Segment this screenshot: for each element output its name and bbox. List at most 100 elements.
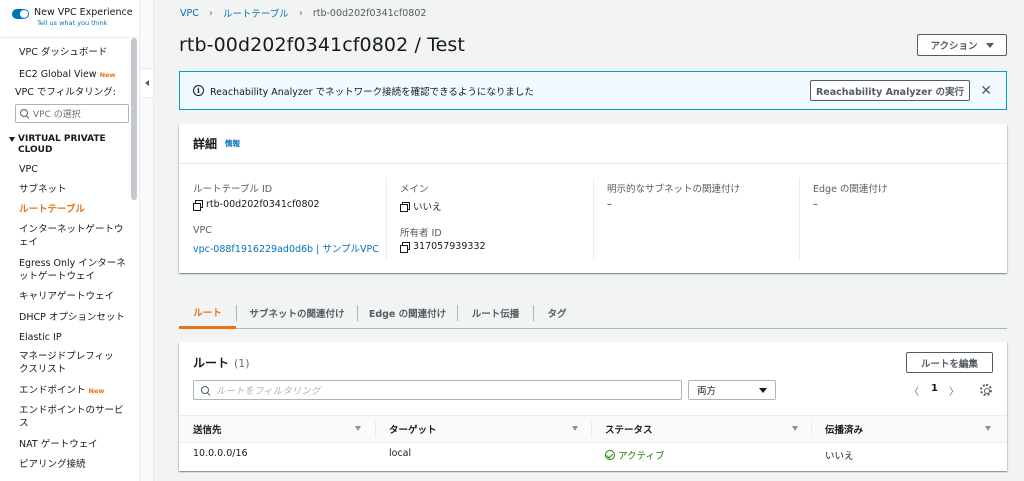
new-vpc-experience-toggle[interactable] [12,9,29,19]
sort-icon[interactable] [355,426,361,431]
caret-down-icon [985,42,994,48]
sidebar-item-nat-gateways[interactable]: NAT ゲートウェイ [19,438,131,451]
sidebar-item-egress-only-igw[interactable]: Egress Only インターネットゲートウェイ [19,257,131,283]
details-title: 詳細 [193,137,218,151]
vpc-filter-select[interactable]: VPC の選択 [15,104,129,123]
main-content: VPC › ルートテーブル › rtb-00d202f0341cf0802 rt… [154,0,1024,481]
sidebar-item-internet-gateways[interactable]: インターネットゲートウェイ [19,223,127,249]
table-header [179,415,1007,443]
sort-icon[interactable] [792,426,798,431]
column-divider[interactable] [811,421,812,437]
actions-button[interactable]: アクション [917,34,1007,56]
breadcrumb-vpc[interactable]: VPC [180,8,199,19]
tab-edge-associations[interactable]: Edge の関連付け [358,297,457,328]
explicit-subnet-value: – [607,199,612,210]
collapse-sidebar-button[interactable] [140,68,154,98]
sidebar-item-managed-prefix-lists[interactable]: マネージドプレフィックスリスト [19,350,123,376]
sidebar-item-label: NAT ゲートウェイ [19,439,98,450]
vpc-filter-placeholder: VPC の選択 [33,110,81,120]
details-divider [386,178,387,260]
sidebar-item-label: マネージドプレフィックスリスト [19,351,114,375]
sidebar-item-endpoint-services[interactable]: エンドポイントのサービス [19,404,127,430]
tab-tags[interactable]: タグ [534,297,580,328]
sidebar-item-elastic-ip[interactable]: Elastic IP [19,331,131,344]
new-experience-toggle-row: New VPC Experience Tell us what you thin… [0,0,139,38]
column-destination[interactable]: 送信先 [193,415,222,443]
route-propagated: いいえ [825,451,854,462]
sidebar-item-label: ピアリング接続 [19,459,86,470]
sidebar-scrollbar[interactable] [131,38,137,200]
column-status[interactable]: ステータス [605,415,653,443]
sidebar-item-label: VPC ダッシュボード [19,47,108,58]
details-info-link[interactable]: 情報 [225,138,240,149]
vpc-link[interactable]: vpc-088f1916229ad0d6b | サンプルVPC [193,241,379,255]
breadcrumb-route-tables[interactable]: ルートテーブル [223,6,289,20]
sidebar-item-peering-connections[interactable]: ピアリング接続 [19,458,131,471]
route-type-select[interactable]: 両方 [688,380,776,400]
column-divider[interactable] [591,421,592,437]
tab-route-propagation[interactable]: ルート伝播 [458,297,533,328]
new-experience-text: New VPC Experience Tell us what you thin… [34,7,133,28]
sidebar-item-dhcp-options[interactable]: DHCP オプションセット [19,311,131,324]
column-divider[interactable] [375,421,376,437]
sidebar-item-label: Egress Only インターネットゲートウェイ [19,258,126,282]
tab-bar: ルート サブネットの関連付け Edge の関連付け ルート伝播 タグ [179,297,1007,329]
route-target: local [389,448,412,459]
sidebar: New VPC Experience Tell us what you thin… [0,0,140,481]
breadcrumb: VPC › ルートテーブル › rtb-00d202f0341cf0802 [180,6,426,21]
copy-icon[interactable] [193,200,203,211]
sidebar-item-label: DHCP オプションセット [19,312,125,323]
next-page-button[interactable]: 〉 [949,383,959,398]
sidebar-item-ec2-global-view[interactable]: EC2 Global View New [19,68,131,82]
edge-association-label: Edge の関連付け [813,184,888,195]
main-label: メイン [400,184,429,195]
sidebar-item-label: Elastic IP [19,332,62,343]
route-destination: 10.0.0.0/16 [193,448,248,459]
run-analyzer-label: Reachability Analyzer の実行 [815,86,965,98]
close-icon[interactable]: ✕ [980,84,992,98]
tab-subnet-associations[interactable]: サブネットの関連付け [237,297,357,328]
sort-icon[interactable] [572,426,578,431]
sidebar-item-endpoints[interactable]: エンドポイント New [19,384,131,398]
tab-routes[interactable]: ルート [179,297,236,329]
copy-icon[interactable] [400,201,410,212]
feedback-link[interactable]: Tell us what you think [37,19,133,28]
chevron-right-icon: › [208,7,213,19]
sidebar-item-carrier-gateways[interactable]: キャリアゲートウェイ [19,290,131,303]
sort-icon[interactable] [985,426,991,431]
edit-routes-label: ルートを編集 [920,358,978,370]
main-value: いいえ [400,199,442,213]
routes-header: ルート (1) [193,354,250,371]
search-icon [20,109,29,118]
sidebar-item-subnets[interactable]: サブネット [19,183,131,196]
section-title: VIRTUAL PRIVATE CLOUD [18,134,106,155]
route-table-id-label: ルートテーブル ID [193,184,273,195]
new-badge: New [88,387,105,395]
copy-icon[interactable] [400,242,410,253]
page-number[interactable]: 1 [931,383,938,394]
sidebar-item-vpc[interactable]: VPC [19,163,131,176]
info-banner: i Reachability Analyzer でネットワーク接続を確認できるよ… [179,71,1007,110]
section-virtual-private-cloud[interactable]: VIRTUAL PRIVATE CLOUD [9,134,129,156]
sidebar-item-vpc-dashboard[interactable]: VPC ダッシュボード [19,46,131,59]
new-experience-title: New VPC Experience [34,7,133,18]
sidebar-item-route-tables[interactable]: ルートテーブル [19,203,131,216]
actions-label: アクション [930,41,978,52]
routes-panel: ルート (1) ルートを編集 ルートをフィルタリング 両方 〈 1 〉 送信先 … [179,342,1007,471]
caret-down-icon [9,137,15,142]
page-title: rtb-00d202f0341cf0802 / Test [179,34,465,56]
check-circle-icon [605,450,615,460]
column-target[interactable]: ターゲット [389,415,437,443]
route-status: アクティブ [605,448,664,462]
edit-routes-button[interactable]: ルートを編集 [906,352,993,373]
vpc-value: vpc-088f1916229ad0d6b | サンプルVPC [193,241,379,255]
sidebar-item-label: サブネット [19,184,67,195]
gear-icon[interactable] [980,384,992,396]
previous-page-button[interactable]: 〈 [909,383,919,398]
edge-association-value: – [813,199,818,210]
routes-filter-input[interactable]: ルートをフィルタリング [193,380,682,400]
new-badge: New [99,71,116,79]
column-propagated[interactable]: 伝播済み [825,415,863,443]
run-reachability-analyzer-button[interactable]: Reachability Analyzer の実行 [810,80,970,101]
owner-id-text: 317057939332 [413,241,486,252]
